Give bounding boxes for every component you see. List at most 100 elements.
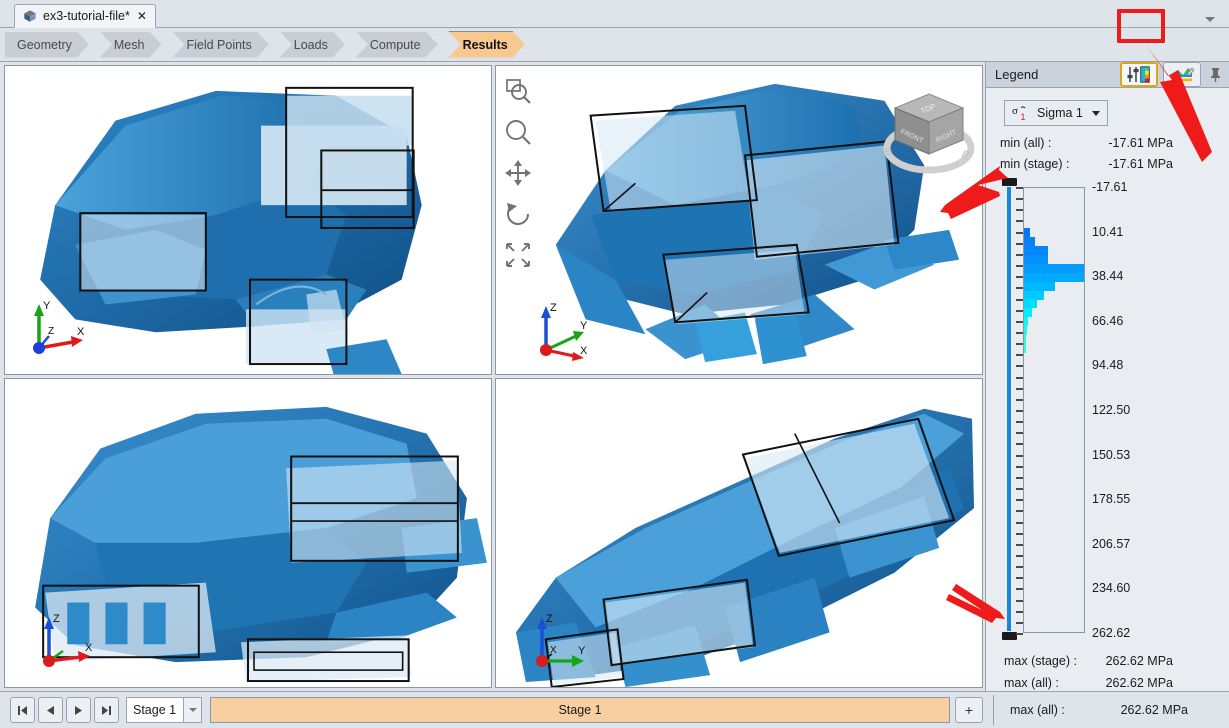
workflow-step-field-points[interactable]: Field Points <box>172 32 268 58</box>
svg-text:X: X <box>580 345 588 357</box>
colorbar-track <box>1007 187 1011 631</box>
workflow-step-label: Mesh <box>114 38 145 52</box>
skip-back-icon <box>16 704 29 717</box>
prev-stage-button[interactable] <box>38 697 63 723</box>
sliders-colorbar-icon <box>1126 66 1152 83</box>
color-ramp-edit-icon <box>1170 66 1194 84</box>
workflow-step-label: Loads <box>294 38 328 52</box>
scale-tick <box>1016 343 1023 345</box>
scale-tick <box>1016 365 1023 367</box>
viewport-front-view[interactable]: Y X Z <box>4 65 492 375</box>
workflow-step-loads[interactable]: Loads <box>280 32 345 58</box>
scale-tick <box>1016 399 1023 401</box>
pin-icon[interactable] <box>1208 66 1223 83</box>
result-type-select[interactable]: σ 1 Sigma 1 <box>1004 100 1108 126</box>
max-stage-stat: max (stage) : 262.62 MPa <box>1004 654 1219 668</box>
svg-text:1: 1 <box>1021 112 1026 122</box>
scale-ticks <box>1016 187 1023 633</box>
svg-text:X: X <box>85 642 93 654</box>
stage-select-value: Stage 1 <box>126 697 183 723</box>
scale-tick <box>1016 611 1023 613</box>
status-divider <box>993 695 994 725</box>
max-stage-label: max (stage) : <box>1004 654 1077 668</box>
scale-tick <box>1016 577 1023 579</box>
viewport-top-view[interactable]: Z X <box>4 378 492 688</box>
colorbar-slider[interactable] <box>1002 178 1016 640</box>
scale-tick <box>1016 299 1023 301</box>
scale-tick <box>1016 276 1023 278</box>
cube-document-icon <box>23 9 37 23</box>
svg-text:Z: Z <box>550 302 557 314</box>
file-tab[interactable]: ex3-tutorial-file* ✕ <box>14 4 156 28</box>
scale-label: 262.62 <box>1092 626 1130 640</box>
legend-title: Legend <box>995 67 1115 82</box>
scale-tick <box>1016 220 1023 222</box>
svg-text:Y: Y <box>578 645 586 657</box>
sigma-1-icon: σ 1 <box>1012 104 1030 122</box>
workflow-step-label: Geometry <box>17 38 72 52</box>
scale-tick <box>1016 198 1023 200</box>
histogram-plot <box>1023 187 1085 633</box>
contour-style-button[interactable] <box>1163 62 1201 87</box>
scale-labels: -17.6110.4138.4466.4694.48122.50150.5317… <box>1092 178 1192 640</box>
stage-select-caret[interactable] <box>183 697 202 723</box>
min-stage-stat: min (stage) : -17.61 MPa <box>1000 157 1219 171</box>
rotate-icon[interactable] <box>503 199 533 229</box>
view-cube[interactable]: S E TOP FRONT RIGHT <box>881 86 977 178</box>
stage-select[interactable]: Stage 1 <box>126 697 202 723</box>
scale-label: 150.53 <box>1092 448 1130 462</box>
stage-timeline[interactable]: Stage 1 <box>210 697 950 723</box>
scale-tick <box>1016 388 1023 390</box>
scale-tick <box>1016 600 1023 602</box>
last-stage-button[interactable] <box>94 697 119 723</box>
scale-label: 66.46 <box>1092 314 1123 328</box>
workflow-step-results[interactable]: Results <box>449 32 525 58</box>
zoom-extents-icon[interactable] <box>503 240 533 270</box>
legend-panel: Legend <box>985 62 1229 691</box>
add-stage-button[interactable]: + <box>955 697 983 723</box>
colorbar-top-handle[interactable] <box>1002 178 1017 186</box>
svg-text:X: X <box>77 326 85 338</box>
colorbar-bottom-handle[interactable] <box>1002 632 1017 640</box>
statusbar-max-all-label: max (all) : <box>1010 703 1065 717</box>
scale-tick <box>1016 522 1023 524</box>
workflow-breadcrumb: Geometry Mesh Field Points Loads Compute… <box>0 28 1229 62</box>
legend-settings-button[interactable] <box>1120 62 1158 87</box>
scale-tick <box>1016 488 1023 490</box>
min-all-label: min (all) : <box>1000 136 1051 150</box>
scale-tick <box>1016 443 1023 445</box>
chevron-down-icon <box>189 708 197 712</box>
viewport-iso-view[interactable]: S E TOP FRONT RIGHT Z Y <box>495 65 983 375</box>
zoom-icon[interactable] <box>503 117 533 147</box>
workflow-step-compute[interactable]: Compute <box>356 32 438 58</box>
scale-label: 234.60 <box>1092 581 1130 595</box>
scale-tick <box>1016 310 1023 312</box>
colorbar-histogram: -17.6110.4138.4466.4694.48122.50150.5317… <box>996 178 1219 648</box>
close-icon[interactable]: ✕ <box>136 10 148 22</box>
pan-icon[interactable] <box>503 158 533 188</box>
scale-label: 10.41 <box>1092 225 1123 239</box>
status-bar: Stage 1 Stage 1 + max (all) : 262.62 MPa <box>0 691 1229 728</box>
first-stage-button[interactable] <box>10 697 35 723</box>
legend-header: Legend <box>986 62 1229 88</box>
svg-text:Y: Y <box>43 300 51 312</box>
stage-nav-group <box>3 697 119 723</box>
viewport-side-view[interactable]: Z Y X <box>495 378 983 688</box>
scale-label: 38.44 <box>1092 269 1123 283</box>
workflow-step-geometry[interactable]: Geometry <box>5 32 89 58</box>
zoom-window-icon[interactable] <box>503 76 533 106</box>
scale-tick <box>1016 243 1023 245</box>
scale-tick <box>1016 622 1023 624</box>
file-tab-label: ex3-tutorial-file* <box>43 9 130 23</box>
svg-text:Z: Z <box>48 326 54 337</box>
scale-tick <box>1016 287 1023 289</box>
scale-tick <box>1016 354 1023 356</box>
histogram-bar <box>1024 246 1048 255</box>
scale-label: -17.61 <box>1092 180 1127 194</box>
min-all-stat: min (all) : -17.61 MPa <box>1000 136 1219 150</box>
axis-triad-top: Z X <box>27 607 97 675</box>
workflow-step-mesh[interactable]: Mesh <box>100 32 162 58</box>
next-stage-button[interactable] <box>66 697 91 723</box>
scale-tick <box>1016 209 1023 211</box>
chevron-down-icon[interactable] <box>1205 17 1215 22</box>
